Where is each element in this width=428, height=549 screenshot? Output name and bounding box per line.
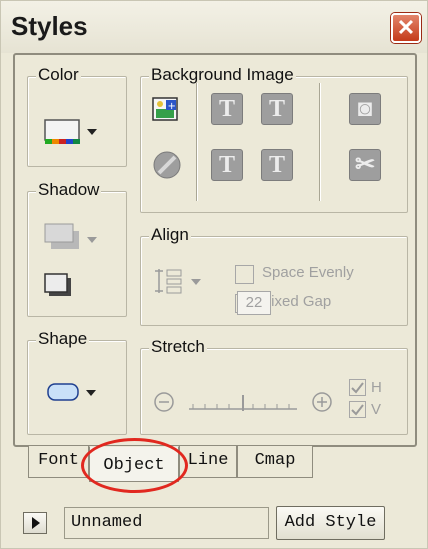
fill-color-button[interactable] xyxy=(44,119,102,145)
fixed-gap-input[interactable]: 22 xyxy=(237,291,271,315)
shadow-color-button[interactable] xyxy=(44,272,74,298)
stretch-group: Stretch H V xyxy=(140,337,408,435)
tile-image-icon[interactable]: T xyxy=(211,93,243,125)
tab-font[interactable]: Font xyxy=(28,446,89,478)
space-evenly-checkbox[interactable] xyxy=(235,265,254,284)
align-group-label: Align xyxy=(149,225,191,245)
background-image-group: Background Image + T T T T ◙ ✂ xyxy=(140,65,408,213)
shadow-group: Shadow xyxy=(27,180,127,317)
rounded-rectangle-icon xyxy=(47,383,96,401)
shadow-group-label: Shadow xyxy=(36,180,102,200)
stretch-v-label: V xyxy=(371,401,382,418)
no-image-icon xyxy=(153,151,181,179)
color-group: Color xyxy=(27,65,127,167)
center-image-icon[interactable]: T xyxy=(211,149,243,181)
no-image-button[interactable] xyxy=(151,149,183,181)
cut-image-icon[interactable]: ✂ xyxy=(349,149,381,181)
crop-image-icon[interactable]: ◙ xyxy=(349,93,381,125)
close-button[interactable]: ✕ xyxy=(391,13,421,43)
zoom-in-button[interactable] xyxy=(311,391,333,413)
shape-button[interactable] xyxy=(46,381,104,405)
align-group: Align Space Evenly Fixed Gap xyxy=(140,225,408,326)
svg-text:+: + xyxy=(168,101,176,112)
choose-image-button[interactable]: + xyxy=(151,95,181,125)
title-bar[interactable]: Styles ✕ xyxy=(1,1,427,53)
align-icon xyxy=(155,269,201,294)
color-group-label: Color xyxy=(36,65,81,85)
styles-window: Styles ✕ Color Shadow Shape Background I… xyxy=(0,0,428,549)
style-name-field[interactable]: Unnamed xyxy=(64,507,269,539)
shape-group: Shape xyxy=(27,329,127,435)
plus-circle-icon xyxy=(312,392,332,412)
fill-color-icon xyxy=(44,119,97,144)
stretch-h-checkbox[interactable] xyxy=(349,379,366,396)
stretch-h-label: H xyxy=(371,379,382,396)
stretch-v-checkbox[interactable] xyxy=(349,401,366,418)
shadow-style-button[interactable] xyxy=(44,222,102,254)
tab-cmap[interactable]: Cmap xyxy=(237,446,313,478)
zoom-out-button[interactable] xyxy=(153,391,175,413)
shadow-color-icon xyxy=(44,273,71,296)
fixed-gap-label: Fixed Gap xyxy=(262,293,332,310)
divider xyxy=(196,83,198,201)
space-evenly-label: Space Evenly xyxy=(262,264,354,281)
window-title: Styles xyxy=(11,11,88,41)
checkmark-icon xyxy=(351,404,364,416)
background-image-group-label: Background Image xyxy=(149,65,296,85)
add-style-button[interactable]: Add Style xyxy=(276,506,385,540)
image-icon: + xyxy=(152,97,178,121)
stretch-slider[interactable] xyxy=(185,389,305,415)
stretch-group-label: Stretch xyxy=(149,337,207,357)
fit-image-icon[interactable]: T xyxy=(261,149,293,181)
play-button[interactable] xyxy=(23,512,47,534)
object-tab-panel: Color Shadow Shape Background Image + T … xyxy=(13,53,417,447)
highlight-circle xyxy=(81,438,188,493)
minus-circle-icon xyxy=(154,392,174,412)
divider xyxy=(319,83,321,201)
tile-no-scale-icon[interactable]: T xyxy=(261,93,293,125)
checkmark-icon xyxy=(351,382,364,394)
slider-track-icon xyxy=(189,395,297,411)
shape-group-label: Shape xyxy=(36,329,90,349)
align-button[interactable] xyxy=(153,265,217,297)
shadow-style-icon xyxy=(44,223,97,249)
